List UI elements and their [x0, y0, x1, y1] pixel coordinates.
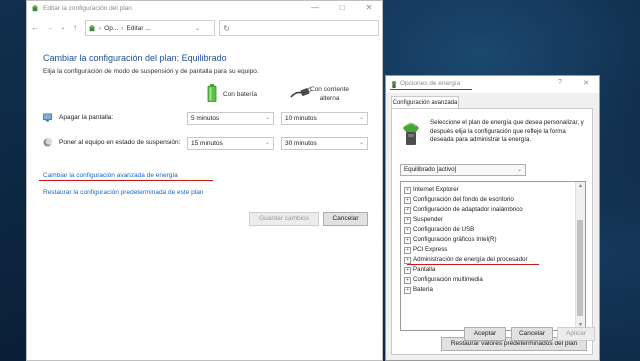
navigation-toolbar: ← → ⌄ ↑ › Op... › Editar ... ⌄ ↻: [27, 17, 382, 39]
chevron-down-icon: ⌄: [516, 167, 522, 173]
control-panel-icon: [88, 24, 96, 32]
chevron-down-icon: ⌄: [358, 115, 364, 121]
tree-item-usb[interactable]: + Configuración de USB: [404, 225, 474, 234]
maximize-icon[interactable]: □: [329, 2, 355, 14]
column-ac-line2: alterna: [319, 95, 340, 102]
breadcrumb-edit[interactable]: Editar ...: [126, 25, 150, 32]
tree-item-wireless-adapter[interactable]: + Configuración de adaptador inalámbrico: [404, 205, 523, 214]
tree-item-processor-power[interactable]: + Administración de energía del procesado…: [404, 255, 528, 264]
scrollbar-thumb[interactable]: [577, 220, 583, 316]
expand-icon[interactable]: +: [404, 287, 411, 294]
help-icon[interactable]: ?: [558, 79, 562, 86]
display-off-label: Apagar la pantalla:: [59, 114, 114, 121]
address-bar[interactable]: › Op... › Editar ... ⌄ ↻: [85, 20, 230, 36]
sleep-battery-value: 15 minutos: [191, 140, 223, 147]
expand-icon[interactable]: +: [404, 257, 411, 264]
back-arrow-icon[interactable]: ←: [30, 22, 40, 34]
tree-item-internet-explorer[interactable]: + Internet Explorer: [404, 185, 459, 194]
breadcrumb-sep: ›: [99, 24, 102, 32]
power-plan-large-icon: [403, 122, 419, 145]
restore-defaults-link[interactable]: Restaurar la configuración predeterminad…: [43, 189, 203, 196]
save-changes-button[interactable]: Guardar cambios: [249, 212, 319, 226]
breadcrumb-options[interactable]: Op...: [104, 25, 118, 32]
dialog-description: Seleccione el plan de energía que desea …: [430, 119, 584, 143]
tree-item-pci-express[interactable]: + PCI Express: [404, 245, 447, 254]
chevron-down-icon: ⌄: [264, 140, 270, 146]
page-title: Cambiar la configuración del plan: Equil…: [43, 53, 227, 63]
expand-icon[interactable]: +: [404, 217, 411, 224]
plan-select-value: Equilibrado [activo]: [404, 166, 457, 173]
tree-item-desktop-background[interactable]: + Configuración del fondo de escritorio: [404, 195, 514, 204]
column-ac: Con corriente alterna: [310, 85, 349, 103]
expand-icon[interactable]: +: [404, 277, 411, 284]
address-dropdown-icon[interactable]: ⌄: [195, 25, 200, 32]
forward-arrow-icon[interactable]: →: [45, 22, 55, 34]
dialog-title: Opciones de energía: [400, 80, 461, 87]
tree-item-sleep[interactable]: + Suspender: [404, 215, 443, 224]
expand-icon[interactable]: +: [404, 267, 411, 274]
search-input[interactable]: [219, 20, 379, 36]
power-plan-icon: [31, 4, 39, 12]
settings-tree[interactable]: + Internet Explorer + Configuración del fo…: [400, 181, 586, 331]
sleep-label: Poner al equipo en estado de suspensión:: [59, 139, 181, 146]
chevron-down-icon: ⌄: [264, 115, 270, 121]
chevron-down-icon: ⌄: [358, 140, 364, 146]
display-off-battery-value: 5 minutos: [191, 115, 220, 122]
up-arrow-icon[interactable]: ↑: [70, 22, 80, 34]
column-battery: Con batería: [223, 91, 257, 98]
column-ac-line1: Con corriente: [310, 86, 350, 93]
tree-item-battery[interactable]: + Batería: [404, 285, 433, 294]
power-options-dialog: Opciones de energía ? ✕ Configuración av…: [385, 75, 600, 361]
dialog-titlebar: Opciones de energía ? ✕: [386, 76, 599, 93]
monitor-icon: [43, 113, 52, 122]
expand-icon[interactable]: +: [404, 207, 411, 214]
tree-item-multimedia[interactable]: + Configuración multimedia: [404, 275, 483, 284]
close-icon[interactable]: ✕: [356, 2, 382, 14]
display-off-ac-value: 10 minutos: [285, 115, 317, 122]
cancel-button[interactable]: Cancelar: [323, 212, 368, 226]
display-off-ac-select[interactable]: 10 minutos ⌄: [281, 112, 368, 125]
cancel-button[interactable]: Cancelar: [511, 327, 553, 341]
minimize-icon[interactable]: —: [302, 2, 328, 14]
tree-item-intel-graphics[interactable]: + Configuración gráficos Intel(R): [404, 235, 497, 244]
breadcrumb-sep: ›: [121, 24, 124, 32]
expand-icon[interactable]: +: [404, 247, 411, 254]
tree-item-display[interactable]: + Pantalla: [404, 265, 435, 274]
recent-locations-icon[interactable]: ⌄: [58, 22, 68, 34]
highlight-underline: [39, 180, 213, 181]
sleep-ac-value: 30 minutos: [285, 140, 317, 147]
edit-plan-settings-window: Editar la configuración del plan — □ ✕ ←…: [26, 0, 383, 361]
expand-icon[interactable]: +: [404, 187, 411, 194]
advanced-settings-link[interactable]: Cambiar la configuración avanzada de ene…: [43, 172, 178, 179]
tree-scrollbar[interactable]: ▲ ▼: [575, 182, 585, 330]
sleep-ac-select[interactable]: 30 minutos ⌄: [281, 137, 368, 150]
power-plug-icon: [290, 87, 312, 98]
battery-icon: [207, 84, 217, 102]
expand-icon[interactable]: +: [404, 197, 411, 204]
accept-button[interactable]: Aceptar: [464, 327, 506, 341]
plan-select[interactable]: Equilibrado [activo] ⌄: [400, 164, 526, 176]
expand-icon[interactable]: +: [404, 237, 411, 244]
moon-icon: [43, 138, 52, 147]
window-title: Editar la configuración del plan: [43, 4, 132, 12]
highlight-underline: [390, 89, 472, 90]
advanced-settings-panel: Seleccione el plan de energía que desea …: [391, 108, 593, 355]
highlight-underline: [407, 264, 539, 265]
power-options-icon: [391, 80, 397, 89]
display-off-battery-select[interactable]: 5 minutos ⌄: [187, 112, 274, 125]
expand-icon[interactable]: +: [404, 227, 411, 234]
sleep-battery-select[interactable]: 15 minutos ⌄: [187, 137, 274, 150]
apply-button[interactable]: Aplicar: [557, 327, 595, 341]
page-subtitle: Elija la configuración de modo de suspen…: [43, 68, 259, 75]
scroll-up-icon[interactable]: ▲: [577, 183, 584, 190]
close-icon[interactable]: ✕: [583, 79, 589, 87]
